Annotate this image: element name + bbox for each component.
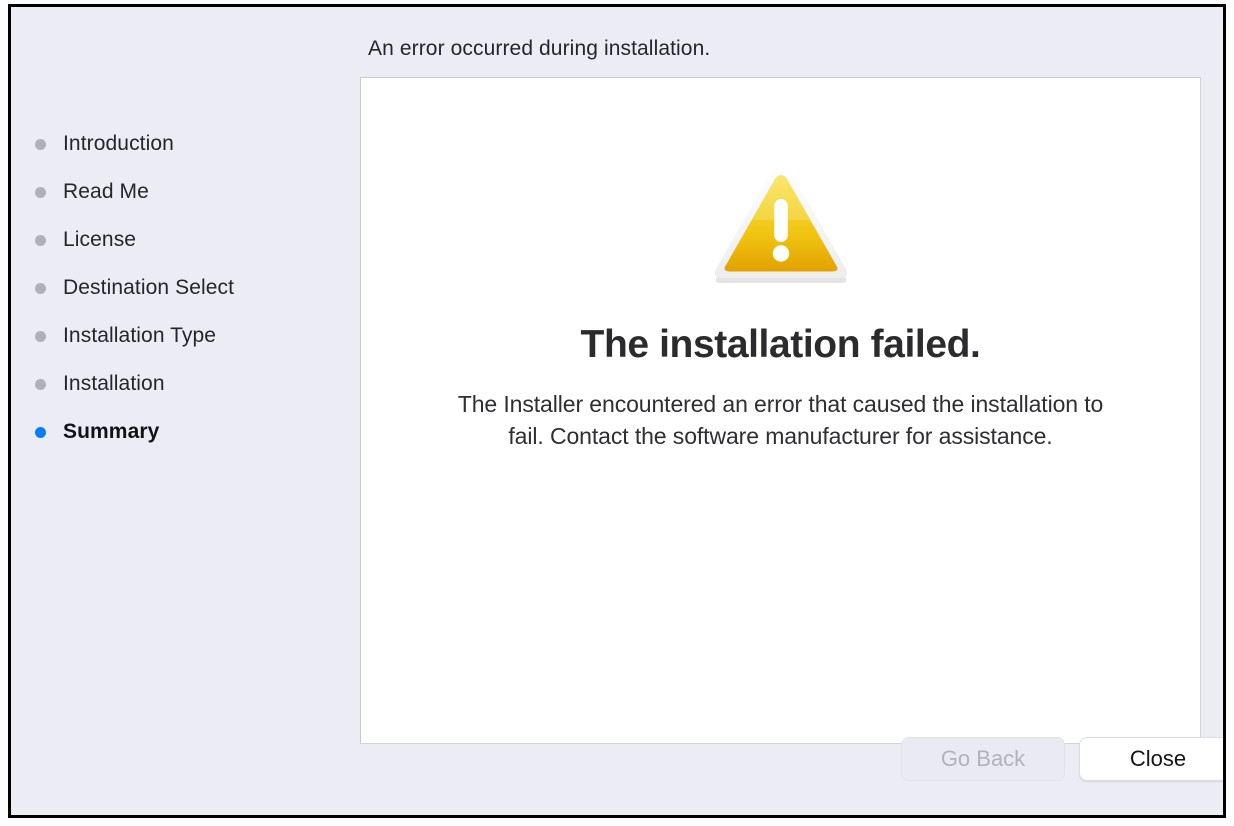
sidebar-item-installation-type[interactable]: Installation Type [35, 321, 216, 351]
sidebar-item-label: Destination Select [63, 276, 235, 299]
sidebar-item-label: Summary [63, 420, 160, 443]
sidebar-item-installation[interactable]: Installation [35, 369, 165, 399]
step-dot-icon [35, 330, 46, 342]
close-button[interactable]: Close [1079, 737, 1223, 781]
warning-triangle-icon [711, 158, 851, 284]
installer-step-sidebar: Introduction Read Me License Destination… [11, 7, 359, 815]
page-title: An error occurred during installation. [368, 37, 711, 60]
sidebar-item-label: Read Me [63, 180, 149, 203]
step-dot-icon [35, 378, 46, 390]
sidebar-item-introduction[interactable]: Introduction [35, 129, 174, 159]
failure-heading: The installation failed. [580, 323, 981, 366]
sidebar-item-summary[interactable]: Summary [35, 417, 159, 447]
installer-content-panel: The installation failed. The Installer e… [360, 77, 1201, 744]
sidebar-item-label: License [63, 228, 137, 251]
step-dot-icon [35, 234, 46, 246]
step-dot-icon [35, 426, 46, 438]
sidebar-item-license[interactable]: License [35, 225, 136, 255]
installer-window: Introduction Read Me License Destination… [8, 4, 1226, 818]
sidebar-item-destination-select[interactable]: Destination Select [35, 273, 234, 303]
sidebar-item-label: Installation [63, 372, 165, 395]
sidebar-item-label: Installation Type [63, 324, 217, 347]
step-dot-icon [35, 138, 46, 150]
installer-footer: Go Back Close [11, 737, 1223, 815]
failure-description: The Installer encountered an error that … [457, 391, 1104, 449]
sidebar-item-label: Introduction [63, 132, 174, 155]
step-dot-icon [35, 282, 46, 294]
step-dot-icon [35, 186, 46, 198]
go-back-button[interactable]: Go Back [901, 737, 1065, 781]
sidebar-item-read-me[interactable]: Read Me [35, 177, 149, 207]
